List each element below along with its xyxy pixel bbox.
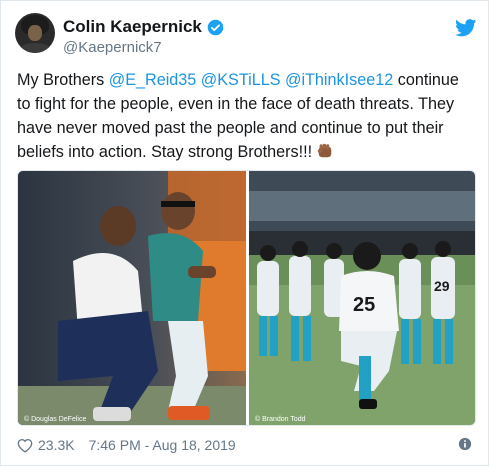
info-icon[interactable] <box>458 437 472 451</box>
photo-credit-left: © Douglas DeFelice <box>24 416 87 423</box>
timestamp[interactable]: 7:46 PM - Aug 18, 2019 <box>89 437 236 453</box>
svg-text:25: 25 <box>353 294 375 316</box>
author-handle[interactable]: @Kaepernick7 <box>63 39 162 56</box>
tweet-footer: 23.3K 7:46 PM - Aug 18, 2019 <box>17 435 236 455</box>
twitter-bird-icon[interactable] <box>455 19 477 37</box>
like-count[interactable]: 23.3K <box>38 437 75 453</box>
media-grid[interactable]: © Douglas DeFelice 25 29 © Brandon Todd <box>17 170 476 426</box>
mention-kstills[interactable]: @KSTiLLS <box>201 71 281 89</box>
kneeling-players-photo-right[interactable]: 25 29 © Brandon Todd <box>249 171 475 425</box>
verified-badge-icon <box>207 19 224 35</box>
tweet-card: Colin Kaepernick @Kaepernick7 My Brother… <box>0 0 489 466</box>
tweet-text-segment: My Brothers <box>17 71 109 89</box>
heart-icon[interactable] <box>17 438 33 453</box>
svg-text:29: 29 <box>434 278 450 294</box>
mention-e-reid35[interactable]: @E_Reid35 <box>109 71 197 89</box>
tweet-text: My Brothers @E_Reid35 @KSTiLLS @iThinkIs… <box>17 68 473 164</box>
tweet-header: Colin Kaepernick @Kaepernick7 <box>15 13 477 61</box>
author-name[interactable]: Colin Kaepernick <box>63 17 202 37</box>
photo-credit-right: © Brandon Todd <box>255 416 306 423</box>
raised-fist-emoji-icon <box>317 143 332 158</box>
kneeling-players-photo-left[interactable]: © Douglas DeFelice <box>18 171 246 425</box>
avatar[interactable] <box>15 13 55 53</box>
mention-ithinkisee12[interactable]: @iThinkIsee12 <box>285 71 393 89</box>
author-name-row: Colin Kaepernick <box>63 17 224 37</box>
